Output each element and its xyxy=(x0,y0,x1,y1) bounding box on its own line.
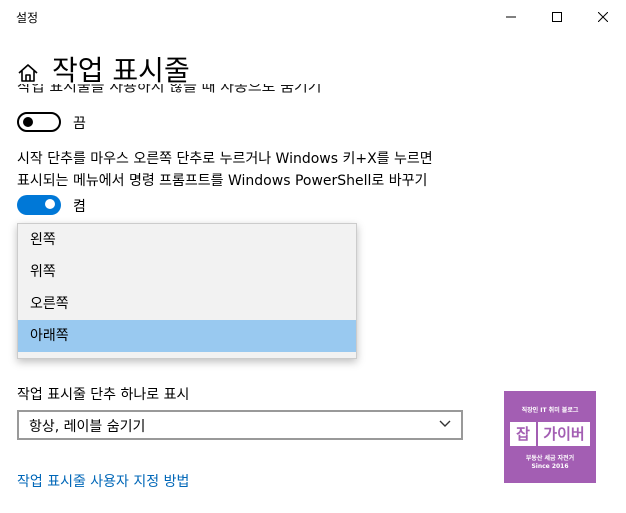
watermark-main: 잡 가이버 xyxy=(510,422,590,446)
auto-hide-label: 작업 표시줄을 사용하지 않을 때 자동으로 숨기기 xyxy=(17,84,322,95)
maximize-icon xyxy=(552,11,562,22)
maximize-button[interactable] xyxy=(534,0,580,33)
watermark-logo: 직장인 IT 취미 블로그 잡 가이버 부동산 세금 자전거 Since 201… xyxy=(504,391,596,483)
option-bottom[interactable]: 아래쪽 xyxy=(18,320,356,352)
auto-hide-toggle-label: 끔 xyxy=(73,116,86,132)
minimize-button[interactable] xyxy=(488,0,534,33)
minimize-icon xyxy=(506,16,516,17)
combine-buttons-label: 작업 표시줄 단추 하나로 표시 xyxy=(17,387,190,403)
description-line-2: 표시되는 메뉴에서 명령 프롬프트를 Windows PowerShell로 바… xyxy=(17,173,428,189)
auto-hide-toggle[interactable] xyxy=(17,112,61,132)
option-left[interactable]: 왼쪽 xyxy=(18,224,356,256)
watermark-since-text: Since 2016 xyxy=(531,463,569,470)
watermark-main-right: 가이버 xyxy=(538,422,590,446)
toggle-knob xyxy=(23,117,33,127)
close-button[interactable] xyxy=(580,0,626,33)
combine-buttons-value: 항상, 레이블 숨기기 xyxy=(29,419,146,435)
powershell-toggle[interactable] xyxy=(17,195,61,215)
toggle-knob xyxy=(45,199,55,209)
watermark-top-text: 직장인 IT 취미 블로그 xyxy=(521,407,579,414)
option-right[interactable]: 오른쪽 xyxy=(18,288,356,320)
taskbar-position-dropdown-list[interactable]: 왼쪽 위쪽 오른쪽 아래쪽 xyxy=(17,223,357,359)
powershell-toggle-label: 켬 xyxy=(73,199,86,215)
home-icon[interactable] xyxy=(17,62,39,84)
chevron-down-icon xyxy=(439,420,451,427)
description-line-1: 시작 단추를 마우스 오른쪽 단추로 누르거나 Windows 키+X를 누르면 xyxy=(17,151,433,167)
combine-buttons-select[interactable]: 항상, 레이블 숨기기 xyxy=(17,410,463,440)
close-icon xyxy=(598,11,608,22)
window-title: 설정 xyxy=(16,11,39,25)
watermark-main-left: 잡 xyxy=(510,422,536,446)
option-top[interactable]: 위쪽 xyxy=(18,256,356,288)
powershell-setting-description: 시작 단추를 마우스 오른쪽 단추로 누르거나 Windows 키+X를 누르면… xyxy=(17,148,477,192)
watermark-sub-text: 부동산 세금 자전거 xyxy=(525,455,575,462)
taskbar-help-link[interactable]: 작업 표시줄 사용자 지정 방법 xyxy=(17,471,189,491)
